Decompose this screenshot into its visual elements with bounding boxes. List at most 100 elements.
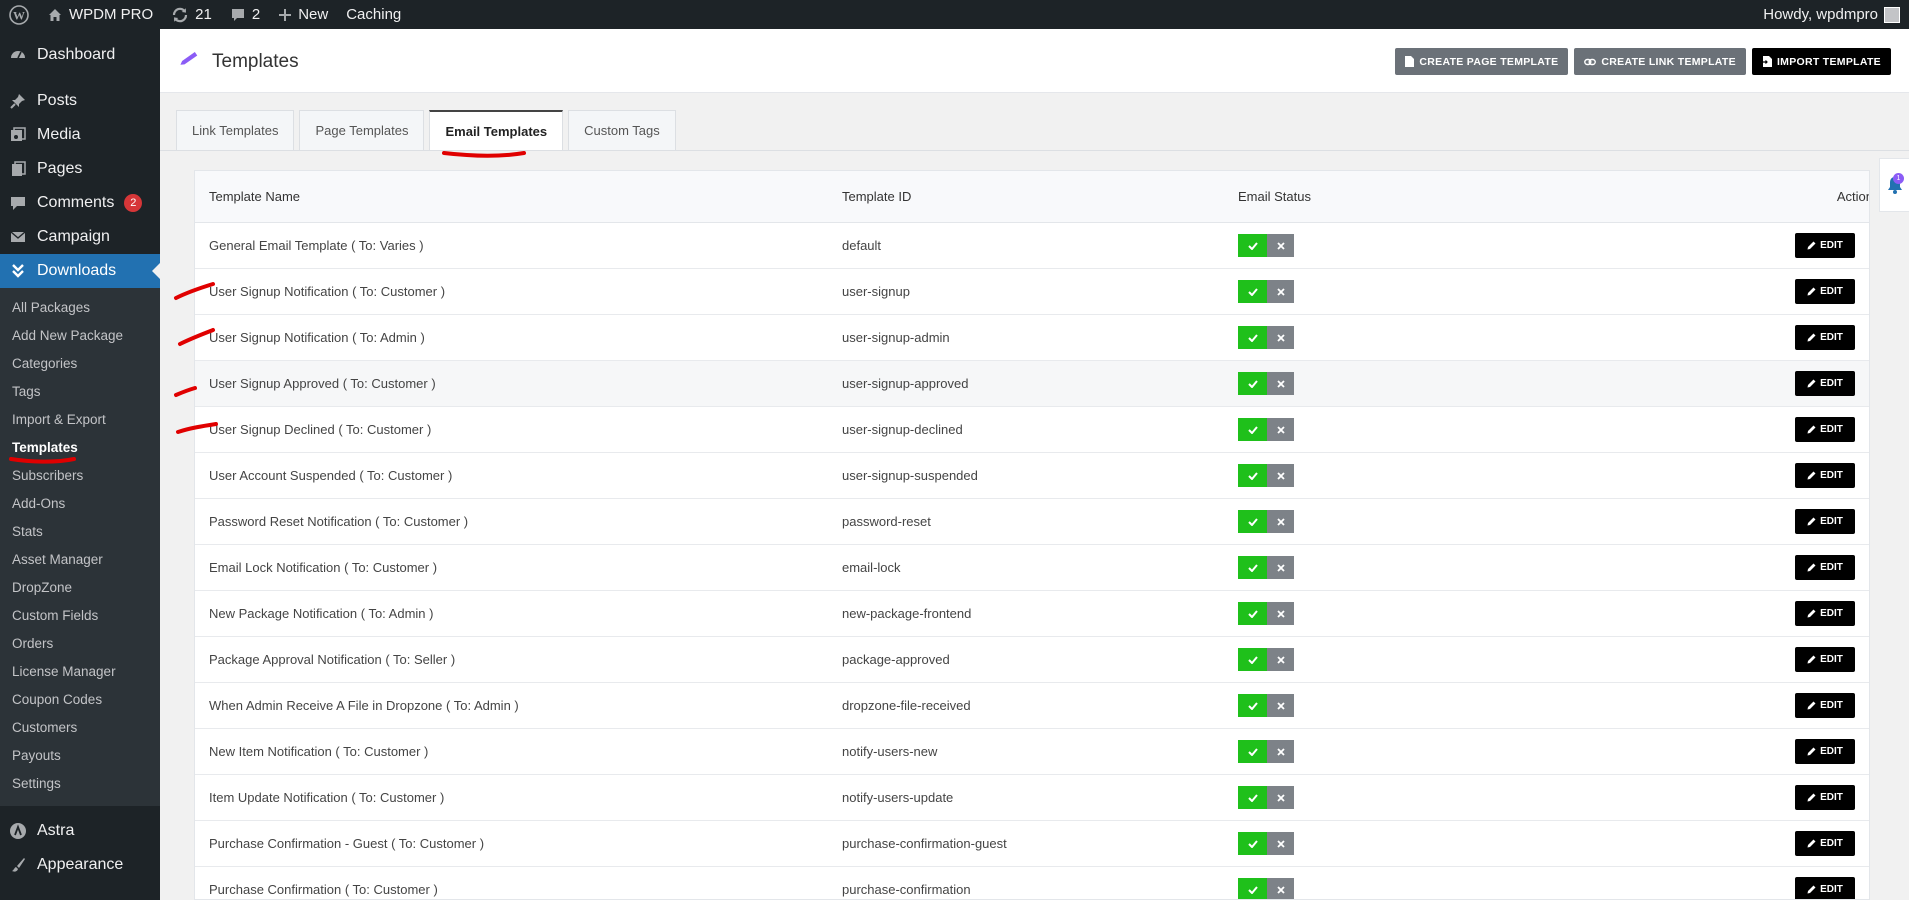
enable-status-button[interactable] [1238,556,1267,579]
menu-appearance[interactable]: Appearance [0,848,160,882]
notification-bell[interactable]: 1 [1879,158,1909,212]
edit-template-button[interactable]: EDIT [1795,463,1855,488]
comments-link[interactable]: 2 [221,0,269,29]
enable-status-button[interactable] [1238,602,1267,625]
import-template-button[interactable]: IMPORT TEMPLATE [1751,48,1891,75]
account-menu[interactable]: Howdy, wpdmpro [1763,0,1900,29]
enable-status-button[interactable] [1238,326,1267,349]
disable-status-button[interactable] [1267,648,1294,671]
submenu-custom-fields[interactable]: Custom Fields [0,602,160,630]
submenu-stats[interactable]: Stats [0,518,160,546]
menu-campaign[interactable]: Campaign [0,220,160,254]
wp-logo-menu[interactable]: W [0,0,38,29]
edit-template-button[interactable]: EDIT [1795,325,1855,350]
table-row: User Account Suspended ( To: Customer ) u… [195,453,1869,499]
table-row: When Admin Receive A File in Dropzone ( … [195,683,1869,729]
tab-custom-tags[interactable]: Custom Tags [568,110,676,150]
disable-status-button[interactable] [1267,234,1294,257]
disable-status-button[interactable] [1267,510,1294,533]
caching-link[interactable]: Caching [337,0,410,29]
template-id: notify-users-update [842,790,954,805]
disable-status-button[interactable] [1267,786,1294,809]
submenu-subscribers[interactable]: Subscribers [0,462,160,490]
disable-status-button[interactable] [1267,326,1294,349]
tab-page-templates[interactable]: Page Templates [299,110,425,150]
svg-text:W: W [13,8,25,22]
enable-status-button[interactable] [1238,648,1267,671]
edit-template-button[interactable]: EDIT [1795,417,1855,442]
edit-template-button[interactable]: EDIT [1795,831,1855,856]
enable-status-button[interactable] [1238,786,1267,809]
submenu-orders[interactable]: Orders [0,630,160,658]
menu-label: Astra [37,822,75,839]
submenu-payouts[interactable]: Payouts [0,742,160,770]
enable-status-button[interactable] [1238,372,1267,395]
table-row: New Item Notification ( To: Customer ) no… [195,729,1869,775]
disable-status-button[interactable] [1267,602,1294,625]
disable-status-button[interactable] [1267,556,1294,579]
menu-downloads[interactable]: Downloads [0,254,160,288]
enable-status-button[interactable] [1238,832,1267,855]
disable-status-button[interactable] [1267,280,1294,303]
create-link-template-button[interactable]: CREATE LINK TEMPLATE [1574,48,1746,75]
updates-link[interactable]: 21 [162,0,221,29]
edit-template-button[interactable]: EDIT [1795,877,1855,899]
edit-template-button[interactable]: EDIT [1795,601,1855,626]
submenu-customers[interactable]: Customers [0,714,160,742]
tab-email-templates[interactable]: Email Templates [429,110,564,150]
menu-media[interactable]: Media [0,118,160,152]
enable-status-button[interactable] [1238,234,1267,257]
menu-posts[interactable]: Posts [0,84,160,118]
enable-status-button[interactable] [1238,740,1267,763]
submenu-add-new-package[interactable]: Add New Package [0,322,160,350]
pushpin-icon [9,92,27,110]
edit-template-button[interactable]: EDIT [1795,371,1855,396]
new-content-link[interactable]: New [269,0,337,29]
submenu-coupon-codes[interactable]: Coupon Codes [0,686,160,714]
edit-template-button[interactable]: EDIT [1795,739,1855,764]
disable-status-button[interactable] [1267,832,1294,855]
edit-template-button[interactable]: EDIT [1795,233,1855,258]
menu-pages[interactable]: Pages [0,152,160,186]
col-template-name: Template Name [209,189,301,204]
submenu-settings[interactable]: Settings [0,770,160,798]
pencil-icon [1807,241,1816,250]
disable-status-button[interactable] [1267,418,1294,441]
submenu-license-manager[interactable]: License Manager [0,658,160,686]
menu-comments[interactable]: Comments 2 [0,186,160,220]
submenu-dropzone[interactable]: DropZone [0,574,160,602]
submenu-all-packages[interactable]: All Packages [0,294,160,322]
submenu-templates[interactable]: Templates [0,434,160,462]
enable-status-button[interactable] [1238,280,1267,303]
edit-template-button[interactable]: EDIT [1795,785,1855,810]
dashboard-icon [9,46,27,64]
edit-template-button[interactable]: EDIT [1795,279,1855,304]
submenu-import-export[interactable]: Import & Export [0,406,160,434]
edit-template-button[interactable]: EDIT [1795,693,1855,718]
button-label: CREATE PAGE TEMPLATE [1419,55,1559,68]
tab-link-templates[interactable]: Link Templates [176,110,295,150]
email-status-toggle [1238,372,1294,395]
submenu-categories[interactable]: Categories [0,350,160,378]
menu-astra[interactable]: Astra [0,814,160,848]
edit-template-button[interactable]: EDIT [1795,509,1855,534]
disable-status-button[interactable] [1267,878,1294,899]
disable-status-button[interactable] [1267,464,1294,487]
disable-status-button[interactable] [1267,372,1294,395]
enable-status-button[interactable] [1238,418,1267,441]
enable-status-button[interactable] [1238,878,1267,899]
enable-status-button[interactable] [1238,510,1267,533]
edit-template-button[interactable]: EDIT [1795,647,1855,672]
enable-status-button[interactable] [1238,464,1267,487]
disable-status-button[interactable] [1267,740,1294,763]
disable-status-button[interactable] [1267,694,1294,717]
submenu-tags[interactable]: Tags [0,378,160,406]
site-name-link[interactable]: WPDM PRO [38,0,162,29]
submenu-add-ons[interactable]: Add-Ons [0,490,160,518]
email-status-toggle [1238,234,1294,257]
edit-template-button[interactable]: EDIT [1795,555,1855,580]
create-page-template-button[interactable]: CREATE PAGE TEMPLATE [1395,48,1569,75]
submenu-asset-manager[interactable]: Asset Manager [0,546,160,574]
menu-dashboard[interactable]: Dashboard [0,38,160,72]
enable-status-button[interactable] [1238,694,1267,717]
